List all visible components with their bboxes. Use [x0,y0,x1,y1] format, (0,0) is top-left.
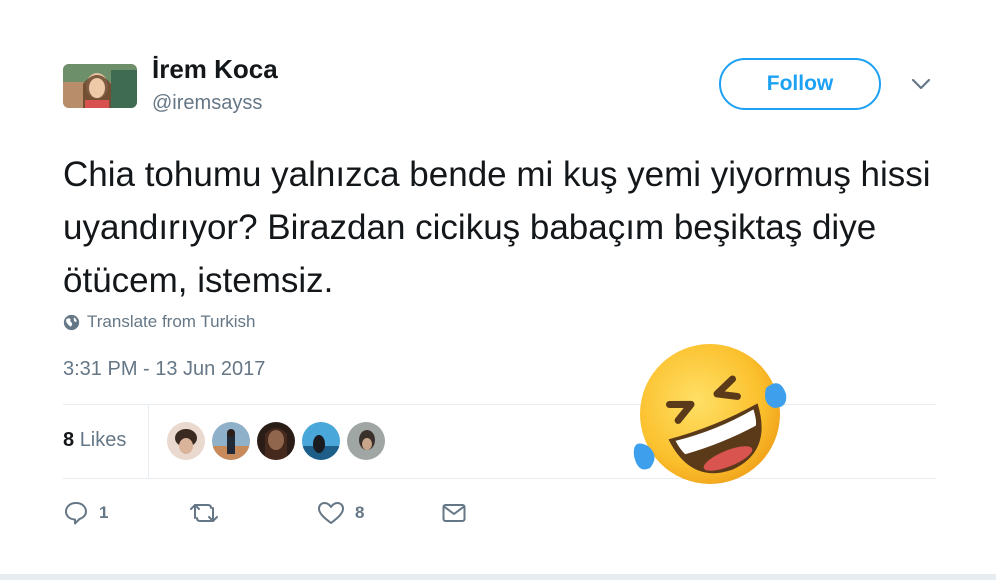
tweet-text: Chia tohumu yalnızca bende mi kuş yemi y… [63,155,931,300]
chevron-down-icon[interactable] [910,76,932,92]
globe-icon [63,314,80,330]
footer-border [0,574,996,580]
rofl-emoji-icon [626,338,798,488]
liker-avatar[interactable] [302,422,340,460]
liker-avatar[interactable] [167,422,205,460]
likes-number: 8 [63,429,75,451]
heart-icon [318,502,344,524]
author-handle[interactable]: @iremsayss [152,92,262,115]
follow-button[interactable]: Follow [719,58,881,110]
divider [148,405,149,478]
author-name[interactable]: İrem Koca [152,54,278,85]
liker-avatar[interactable] [212,422,250,460]
liker-avatar[interactable] [347,422,385,460]
timestamp[interactable]: 3:31 PM - 13 Jun 2017 [63,358,265,381]
mail-icon [442,504,466,522]
like-count: 8 [355,503,365,522]
divider [63,478,936,479]
divider [63,404,936,405]
tweet-card: İrem Koca @iremsayss Follow Chia tohumu … [0,0,996,580]
retweet-button[interactable] [189,500,229,526]
reply-icon [65,502,87,525]
tweet-actions: 1 8 [63,500,543,530]
liker-avatar[interactable] [257,422,295,460]
translate-label[interactable]: Translate from Turkish [87,312,255,332]
direct-message-button[interactable] [441,500,467,526]
retweet-icon [190,504,218,522]
likers-list [167,422,392,460]
likes-label: Likes [79,429,127,451]
translate-link[interactable]: Translate from Turkish [63,312,255,332]
like-button[interactable]: 8 [317,500,364,526]
reply-count: 1 [99,503,109,522]
likes-count[interactable]: 8 Likes [63,429,126,452]
avatar[interactable] [63,64,137,108]
reply-button[interactable]: 1 [63,500,108,526]
